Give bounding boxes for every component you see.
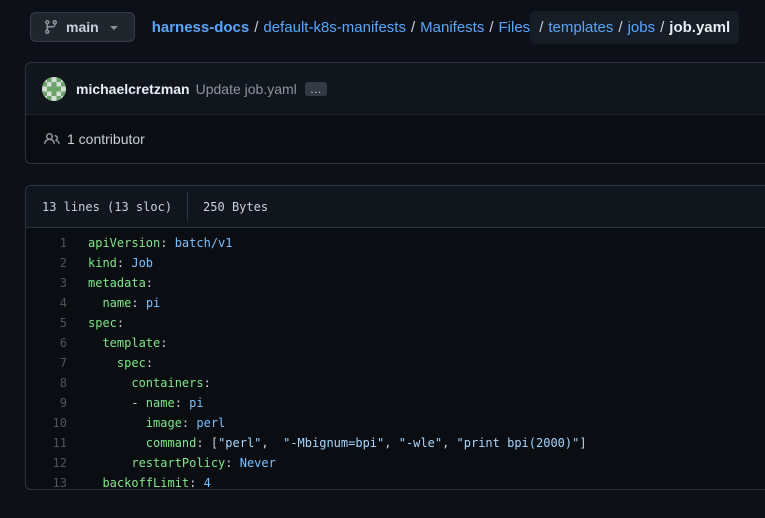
code-line: 1apiVersion: batch/v1 <box>26 233 765 253</box>
code-line: 6 template: <box>26 333 765 353</box>
commit-box: michaelcretzman Update job.yaml … 1 cont… <box>25 62 765 164</box>
breadcrumb-repo-link[interactable]: harness-docs <box>152 19 250 36</box>
line-number[interactable]: 12 <box>26 453 67 473</box>
code-line-content: image: perl <box>67 413 225 433</box>
code-line: 9 - name: pi <box>26 393 765 413</box>
line-number[interactable]: 8 <box>26 373 67 393</box>
code-line-content: apiVersion: batch/v1 <box>67 233 233 253</box>
line-number[interactable]: 6 <box>26 333 67 353</box>
avatar[interactable] <box>42 77 66 101</box>
code-line: 13 backoffLimit: 4 <box>26 473 765 493</box>
breadcrumb-link[interactable]: templates <box>548 19 613 36</box>
code-line: 5spec: <box>26 313 765 333</box>
code-view: 1apiVersion: batch/v12kind: Job3metadata… <box>26 228 765 498</box>
line-number[interactable]: 10 <box>26 413 67 433</box>
line-number[interactable]: 2 <box>26 253 67 273</box>
code-line: 7 spec: <box>26 353 765 373</box>
line-number[interactable]: 11 <box>26 433 67 453</box>
file-lines-info: 13 lines (13 sloc) <box>42 200 172 214</box>
page: { "colors": { "page_bg": "#0d1117", "pan… <box>0 0 765 518</box>
commit-author-link[interactable]: michaelcretzman <box>76 81 190 97</box>
breadcrumb-row: main harness-docs/default-k8s-manifests/… <box>30 11 739 43</box>
code-line: 11 command: ["perl", "-Mbignum=bpi", "-w… <box>26 433 765 453</box>
code-line-content: containers: <box>67 373 211 393</box>
line-number[interactable]: 13 <box>26 473 67 493</box>
breadcrumb-separator: / <box>539 19 543 36</box>
code-line-content: spec: <box>67 313 124 333</box>
file-header-divider <box>187 192 188 221</box>
people-icon <box>44 131 60 147</box>
code-line: 4 name: pi <box>26 293 765 313</box>
code-line-content: template: <box>67 333 167 353</box>
breadcrumb-link[interactable]: jobs <box>628 19 656 36</box>
breadcrumb-separator: / <box>618 19 622 36</box>
breadcrumb-link[interactable]: Files <box>499 19 531 36</box>
contributors-bar: 1 contributor <box>26 115 765 163</box>
code-line-content: kind: Job <box>67 253 153 273</box>
code-line: 12 restartPolicy: Never <box>26 453 765 473</box>
file-size-info: 250 Bytes <box>203 200 268 214</box>
breadcrumb-link[interactable]: default-k8s-manifests <box>263 19 406 36</box>
line-number[interactable]: 1 <box>26 233 67 253</box>
code-line-content: name: pi <box>67 293 160 313</box>
breadcrumb-highlight: /templates/jobs/job.yaml <box>530 11 739 44</box>
breadcrumb-separator: / <box>254 19 258 36</box>
commit-expand-button[interactable]: … <box>305 82 327 96</box>
breadcrumb-link[interactable]: Manifests <box>420 19 484 36</box>
code-line: 2kind: Job <box>26 253 765 273</box>
code-line-content: restartPolicy: Never <box>67 453 276 473</box>
file-box: 13 lines (13 sloc) 250 Bytes 1apiVersion… <box>25 185 765 490</box>
chevron-down-icon <box>106 19 122 35</box>
code-line: 10 image: perl <box>26 413 765 433</box>
code-line-content: metadata: <box>67 273 153 293</box>
code-line: 8 containers: <box>26 373 765 393</box>
file-header: 13 lines (13 sloc) 250 Bytes <box>26 186 765 228</box>
breadcrumb: harness-docs/default-k8s-manifests/Manif… <box>152 11 739 44</box>
code-line-content: spec: <box>67 353 153 373</box>
line-number[interactable]: 4 <box>26 293 67 313</box>
breadcrumb-separator: / <box>411 19 415 36</box>
breadcrumb-current-file: job.yaml <box>669 19 730 36</box>
code-line-content: command: ["perl", "-Mbignum=bpi", "-wle"… <box>67 433 587 453</box>
code-line-content: - name: pi <box>67 393 204 413</box>
branch-name: main <box>66 19 99 35</box>
code-line-content: backoffLimit: 4 <box>67 473 211 493</box>
git-branch-icon <box>43 19 59 35</box>
commit-message[interactable]: Update job.yaml <box>196 81 297 97</box>
line-number[interactable]: 5 <box>26 313 67 333</box>
line-number[interactable]: 3 <box>26 273 67 293</box>
breadcrumb-separator: / <box>660 19 664 36</box>
breadcrumb-separator: / <box>489 19 493 36</box>
line-number[interactable]: 7 <box>26 353 67 373</box>
latest-commit-bar: michaelcretzman Update job.yaml … <box>26 63 765 115</box>
code-line: 3metadata: <box>26 273 765 293</box>
line-number[interactable]: 9 <box>26 393 67 413</box>
contributors-link[interactable]: 1 contributor <box>67 131 145 147</box>
branch-selector-button[interactable]: main <box>30 12 135 42</box>
